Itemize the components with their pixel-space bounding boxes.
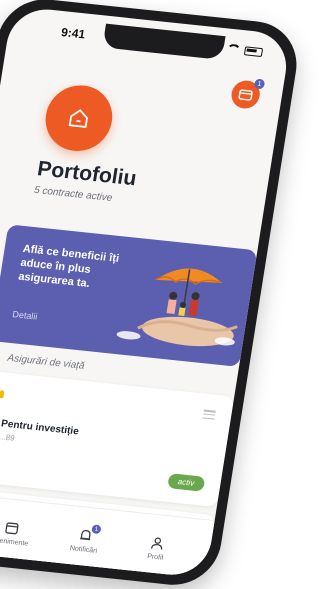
promo-link[interactable]: Detalii (12, 309, 38, 321)
status-time: 9:41 (60, 25, 86, 41)
wifi-icon (226, 43, 242, 54)
promo-text: Află ce beneficii îți aduce în plus asig… (17, 242, 133, 295)
notch (102, 24, 225, 60)
promo-banner[interactable]: Află ce beneficii îți aduce în plus asig… (0, 224, 257, 367)
portfolio-home-badge (41, 82, 117, 154)
calendar-icon (4, 520, 20, 535)
status-badge: activ (167, 473, 206, 492)
umbrella-family-illustration (114, 243, 250, 360)
policy-card[interactable]: Pentru investiție ...89 activ (0, 370, 234, 507)
tab-events[interactable]: Evenimente (0, 517, 40, 548)
wallet-button[interactable]: 1 (230, 79, 262, 110)
notification-badge: 1 (91, 524, 101, 534)
section-label: Asigurări de viață (7, 353, 86, 372)
policy-number: ...89 (0, 432, 15, 443)
profile-icon (149, 536, 165, 551)
tab-notifications[interactable]: 1 Notificări (56, 525, 114, 556)
wallet-badge: 1 (254, 79, 266, 90)
battery-icon (244, 46, 263, 57)
phone-device: 9:41 1 Portofoliu 5 contracte active Afl… (0, 0, 303, 589)
policy-marker (0, 390, 4, 398)
tab-profile[interactable]: Profil (128, 532, 186, 563)
app-screen: 9:41 1 Portofoliu 5 contracte active Afl… (0, 6, 292, 579)
menu-icon[interactable] (202, 409, 215, 419)
wallet-icon (238, 88, 254, 100)
home-icon (66, 107, 91, 129)
